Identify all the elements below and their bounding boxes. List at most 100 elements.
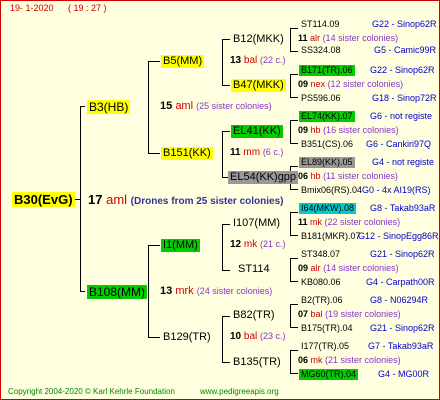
gen4-ref-4: G6 - not registe [370,111,433,121]
gen3-note-2: (16 sister colonies) [323,125,399,135]
gen3-code-0: alr [310,33,321,43]
gen1-code-1: mrk [175,285,194,297]
gen3-count-5: 09 [298,263,309,273]
gen2-code-1: mm [243,147,261,158]
gen3-note-7: (21 sister colonies) [325,355,401,365]
gen4-queen-12[interactable]: B2(TR).06 [299,295,345,306]
gen3-count-3: 06 [298,171,309,181]
gen4-queen-11[interactable]: KB080.06 [299,277,343,288]
gen4-ref-9: G12 - SinopEgg86R [358,231,439,241]
gen3-drone-info-0: 11 alr (14 sister colonies) [298,34,398,43]
gen4-ref-5: G6 - Cankiri97Q [366,139,432,149]
gen3-code-7: mk [310,355,323,365]
gen4-queen-8[interactable]: I64(MKW).08 [299,203,357,214]
gen3-note-5: (14 sister colonies) [323,263,399,273]
gen1-code-0: aml [175,100,194,112]
gen3-note-0: (14 sister colonies) [322,33,399,43]
gen2-queen-0[interactable]: B5(MM) [161,55,205,68]
gen4-ref-3: G18 - Sinop72R [372,93,437,103]
gen2-drone-info-3: 10 bal (23 c.) [230,332,286,342]
gen2-count-2: 12 [230,239,242,250]
gen1-queen-0[interactable]: B3(HB) [87,100,131,114]
gen3-queen-4[interactable]: I107(MM) [231,217,282,230]
gen1-count-1: 13 [160,285,173,297]
gen3-code-4: mk [310,217,323,227]
gen3-queen-7[interactable]: B135(TR) [231,356,283,369]
gen3-code-1: nex [310,79,326,89]
gen3-code-2: hb [310,125,321,135]
gen4-queen-6[interactable]: EL89(KK).05 [299,157,355,168]
gen3-count-4: 11 [298,217,308,227]
gen4-queen-0[interactable]: ST114.09 [299,19,341,30]
root-queen[interactable]: B30(EvG) [12,192,75,207]
gen4-queen-7[interactable]: Bmix06(RS).04 [299,185,364,196]
header-date: 19- 1-2020 [10,3,54,13]
gen3-code-5: alr [310,263,321,273]
gen4-ref-6: G4 - not registe [372,157,435,167]
gen2-count-3: 10 [230,331,242,342]
footer-copyright: Copyright 2004-2020 © Karl Kehrle Founda… [8,387,175,396]
gen3-queen-1[interactable]: B47(MKK) [231,79,286,92]
gen4-queen-9[interactable]: B181(MKR).07 [299,231,363,242]
gen2-note-2: (21 c.) [260,239,286,249]
gen3-queen-5[interactable]: ST114 [236,263,272,276]
gen3-drone-info-5: 09 alr (14 sister colonies) [298,264,399,273]
gen2-note-3: (23 c.) [260,331,286,341]
gen2-count-1: 11 [230,147,241,158]
gen3-count-1: 09 [298,79,309,89]
gen3-note-6: (19 sister colonies) [325,309,401,319]
gen1-drone-info-0: 15 aml (25 sister colonies) [160,101,272,112]
gen4-ref-7: G0 - 4x AI19(RS) [362,185,431,195]
gen4-queen-13[interactable]: B175(TR).04 [299,323,355,334]
gen4-ref-14: G7 - Takab93aR [368,341,434,351]
footer-site[interactable]: www.pedigreeapis.org [200,388,279,396]
gen3-count-0: 11 [298,33,308,43]
gen4-ref-13: G21 - Sinop62R [370,323,435,333]
gen3-count-6: 07 [298,309,309,319]
gen2-note-1: (6 c.) [262,147,284,157]
gen2-code-3: bal [243,331,258,342]
gen3-queen-0[interactable]: B12(MKK) [231,33,286,46]
gen3-queen-6[interactable]: B82(TR) [231,309,277,322]
gen3-drone-info-2: 09 hb (16 sister colonies) [298,126,399,135]
gen4-ref-10: G21 - Sinop62R [370,249,435,259]
gen4-queen-15[interactable]: MG60(TR).04 [299,369,359,380]
gen4-queen-14[interactable]: I177(TR).05 [299,341,351,352]
gen3-note-1: (12 sister colonies) [327,79,404,89]
gen4-ref-1: G5 - Camic99R [374,45,437,55]
gen4-queen-3[interactable]: PS596.06 [299,93,343,104]
gen2-drone-info-2: 12 mk (21 c.) [230,240,286,250]
gen4-queen-2[interactable]: B171(TR).06 [299,65,355,76]
gen3-code-6: bal [310,309,323,319]
gen4-ref-12: G8 - N06294R [370,295,429,305]
gen3-drone-info-4: 11 mk (22 sister colonies) [298,218,400,227]
gen3-drone-info-3: 06 hb (11 sister colonies) [298,172,398,181]
root-note: (Drones from 25 sister colonies) [130,196,284,207]
gen2-queen-3[interactable]: B129(TR) [161,331,213,344]
gen3-queen-3[interactable]: EL54(KK)gpp [228,171,299,184]
gen1-queen-1[interactable]: B108(MM) [87,285,148,299]
gen3-count-2: 09 [298,125,309,135]
gen1-note-0: (25 sister colonies) [196,101,272,111]
gen4-ref-15: G4 - MG00R [378,369,430,379]
gen2-note-0: (22 c.) [260,55,286,65]
gen4-queen-1[interactable]: SS324.08 [299,45,343,56]
root-count: 17 [88,192,103,207]
root-code: aml [106,192,128,207]
gen2-code-0: bal [243,55,258,66]
gen3-drone-info-6: 07 bal (19 sister colonies) [298,310,401,319]
gen3-queen-2[interactable]: EL41(KK) [231,125,283,138]
gen2-drone-info-1: 11 mm (6 c.) [230,148,283,158]
gen4-queen-5[interactable]: B351(CS).06 [299,139,355,150]
gen1-note-1: (24 sister colonies) [196,286,273,296]
gen3-code-3: hb [310,171,321,181]
gen1-count-0: 15 [160,100,173,112]
gen4-queen-10[interactable]: ST348.07 [299,249,342,260]
gen2-queen-2[interactable]: I1(MM) [161,239,200,252]
gen2-queen-1[interactable]: B151(KK) [161,147,213,160]
gen3-count-7: 06 [298,355,309,365]
gen3-note-3: (11 sister colonies) [323,171,398,181]
gen4-ref-2: G22 - Sinop62R [370,65,435,75]
gen1-drone-info-1: 13 mrk (24 sister colonies) [160,286,272,297]
gen4-queen-4[interactable]: EL74(KK).07 [299,111,355,122]
